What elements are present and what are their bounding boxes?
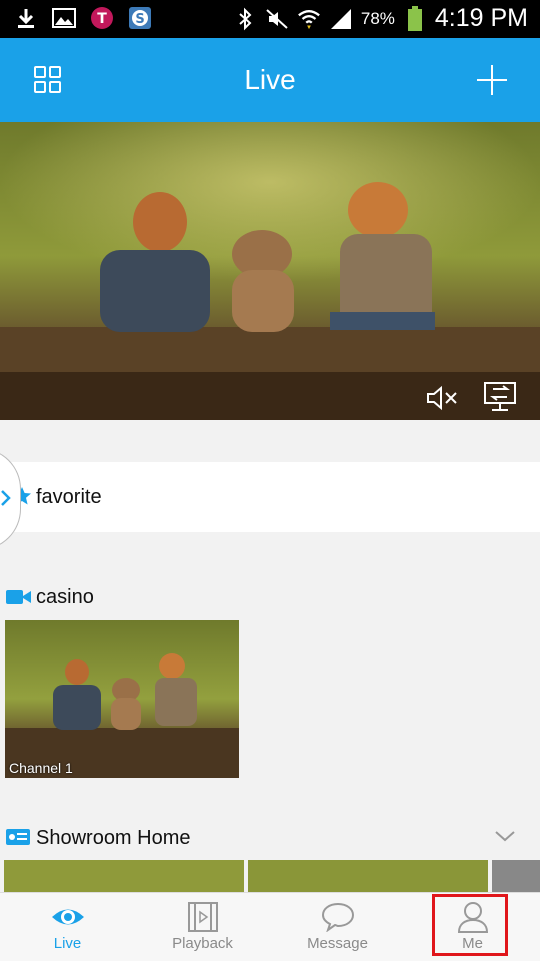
- channel-thumbnail[interactable]: [4, 860, 244, 892]
- page-title: Live: [244, 64, 296, 95]
- tab-live[interactable]: Live: [0, 893, 135, 961]
- notification-icons: T S: [14, 6, 152, 30]
- clock: 4:19 PM: [434, 4, 528, 32]
- battery-percent: 78%: [360, 8, 395, 28]
- group-title-showroom-home[interactable]: Showroom Home: [36, 827, 191, 850]
- message-icon: [318, 901, 358, 933]
- favorite-group[interactable]: favorite: [0, 462, 540, 532]
- svg-text:S: S: [135, 12, 144, 27]
- channel-thumbnail[interactable]: Channel 1: [5, 620, 239, 778]
- live-video-player[interactable]: [0, 122, 540, 420]
- gallery-icon: [52, 6, 76, 30]
- tab-label: Playback: [172, 935, 233, 952]
- video-frame: [0, 122, 540, 420]
- tab-label: Live: [53, 935, 82, 952]
- mute-icon: [265, 7, 289, 31]
- tab-playback[interactable]: Playback: [135, 893, 270, 961]
- app-header: Live: [0, 38, 540, 122]
- film-icon: [183, 901, 223, 933]
- dvr-icon: [6, 829, 30, 845]
- channel-label: Channel 1: [9, 760, 73, 776]
- group-title-casino[interactable]: casino: [36, 586, 94, 609]
- status-bar: T S 78% 4:19 PM: [0, 0, 540, 38]
- svg-text:T: T: [97, 11, 107, 27]
- screen-switch-icon[interactable]: [480, 377, 520, 417]
- channel-thumbnail[interactable]: [248, 860, 488, 892]
- tmobile-icon: T: [90, 6, 114, 30]
- channel-thumbnail[interactable]: [492, 860, 540, 892]
- chevron-down-icon[interactable]: [494, 829, 516, 843]
- tab-label: Message: [307, 935, 368, 952]
- battery-icon: [403, 5, 427, 31]
- system-indicators: 78% 4:19 PM: [233, 4, 528, 33]
- signal-icon: [329, 7, 353, 31]
- chevron-right-icon: [1, 490, 11, 506]
- app-s-icon: S: [128, 6, 152, 30]
- highlight-box: [432, 894, 508, 956]
- wifi-icon: [297, 7, 321, 31]
- download-icon: [14, 6, 38, 30]
- favorite-label: favorite: [36, 486, 102, 508]
- thumbnail-image: [5, 620, 239, 778]
- add-icon[interactable]: [472, 60, 512, 100]
- tab-message[interactable]: Message: [270, 893, 405, 961]
- speaker-mute-icon[interactable]: [422, 378, 462, 418]
- camera-icon: [6, 590, 31, 604]
- bluetooth-icon: [233, 7, 257, 31]
- eye-icon: [48, 901, 88, 933]
